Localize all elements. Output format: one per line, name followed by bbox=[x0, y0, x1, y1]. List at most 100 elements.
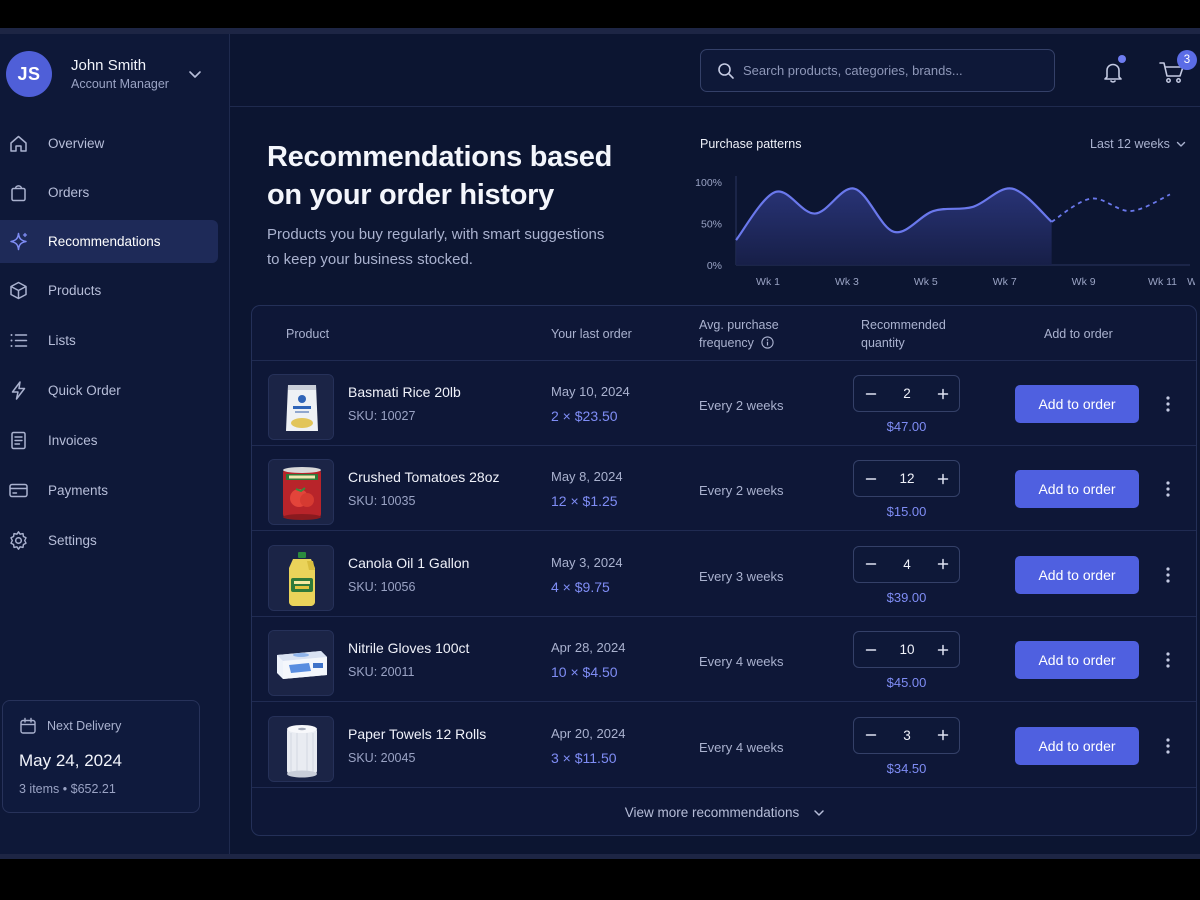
info-icon[interactable] bbox=[761, 336, 775, 349]
next-delivery-card[interactable]: Next Delivery May 24, 2024 3 items • $65… bbox=[2, 700, 200, 813]
decrement-button[interactable] bbox=[854, 376, 888, 411]
plus-icon bbox=[937, 559, 949, 570]
sidebar-item-label: Lists bbox=[48, 333, 76, 348]
sidebar-item-lists[interactable]: Lists bbox=[0, 319, 218, 362]
decrement-button[interactable] bbox=[854, 632, 888, 667]
product-thumbnail[interactable] bbox=[268, 715, 334, 782]
delivery-header: Next Delivery bbox=[19, 717, 121, 735]
increment-button[interactable] bbox=[926, 547, 960, 582]
quantity-value[interactable]: 4 bbox=[888, 547, 926, 582]
decrement-button[interactable] bbox=[854, 461, 888, 496]
sidebar-item-label: Orders bbox=[48, 185, 90, 200]
increment-button[interactable] bbox=[926, 461, 960, 496]
more-options-icon[interactable] bbox=[1158, 736, 1178, 756]
delivery-meta: 3 items • $652.21 bbox=[19, 782, 116, 796]
decrement-button[interactable] bbox=[854, 718, 888, 753]
series-line-forecast bbox=[1051, 193, 1171, 223]
last-order-date: Apr 20, 2024 bbox=[551, 725, 626, 741]
sidebar-item-label: Settings bbox=[48, 533, 97, 548]
last-order-date: May 3, 2024 bbox=[551, 554, 623, 570]
add-to-order-button[interactable]: Add to order bbox=[1015, 641, 1139, 680]
quantity-stepper: 10 bbox=[853, 631, 960, 669]
add-to-order-button[interactable]: Add to order bbox=[1015, 555, 1139, 594]
header-last-order: Your last order bbox=[551, 327, 632, 341]
y-tick-label: 50% bbox=[701, 219, 722, 231]
sidebar-item-recommendations[interactable]: Recommendations bbox=[0, 220, 218, 263]
plus-icon bbox=[937, 644, 949, 655]
sidebar-item-invoices[interactable]: Invoices bbox=[0, 419, 218, 462]
more-options-icon[interactable] bbox=[1158, 650, 1178, 670]
chevron-down-icon[interactable] bbox=[188, 67, 202, 81]
product-name[interactable]: Nitrile Gloves 100ct bbox=[348, 640, 469, 656]
x-tick-label: Wk 3 bbox=[835, 276, 859, 288]
gear-icon bbox=[10, 531, 27, 550]
top-header: 3 bbox=[230, 34, 1200, 107]
more-options-icon[interactable] bbox=[1158, 565, 1178, 585]
sidebar-item-label: Invoices bbox=[48, 433, 98, 448]
product-name[interactable]: Crushed Tomatoes 28oz bbox=[348, 469, 500, 485]
view-more-label: View more recommendations bbox=[624, 805, 800, 820]
purchase-frequency: Every 2 weeks bbox=[699, 483, 784, 499]
product-name[interactable]: Canola Oil 1 Gallon bbox=[348, 555, 469, 571]
search-input[interactable] bbox=[743, 63, 1033, 78]
product-name[interactable]: Basmati Rice 20lb bbox=[348, 384, 461, 400]
header-add-to-order: Add to order bbox=[1044, 327, 1113, 341]
y-tick-label: 100% bbox=[695, 177, 722, 189]
decrement-button[interactable] bbox=[854, 547, 888, 582]
quantity-value[interactable]: 10 bbox=[888, 632, 926, 667]
sidebar-item-quick-order[interactable]: Quick Order bbox=[0, 369, 218, 412]
credit-card-icon bbox=[9, 483, 28, 498]
table-row: Crushed Tomatoes 28oz SKU: 10035 May 8, 20… bbox=[252, 446, 1196, 532]
sidebar-item-payments[interactable]: Payments bbox=[0, 469, 218, 512]
recommendations-table: Product Your last order Avg. purchase fr… bbox=[251, 305, 1197, 836]
increment-button[interactable] bbox=[926, 376, 960, 411]
sidebar-item-settings[interactable]: Settings bbox=[0, 519, 218, 562]
gloves-box-image bbox=[269, 631, 333, 696]
sidebar-item-orders[interactable]: Orders bbox=[0, 171, 218, 214]
quantity-value[interactable]: 3 bbox=[888, 718, 926, 753]
more-options-icon[interactable] bbox=[1158, 479, 1178, 499]
sidebar-item-label: Recommendations bbox=[48, 234, 161, 249]
more-options-icon[interactable] bbox=[1158, 394, 1178, 414]
table-header: Product Your last order Avg. purchase fr… bbox=[252, 306, 1196, 361]
increment-button[interactable] bbox=[926, 632, 960, 667]
purchase-patterns-chart: 100% 50% 0% Wk 1 Wk 3 Wk 5 Wk 7 Wk 9 Wk 11 Wk 12 bbox=[695, 176, 1195, 288]
x-tick-label: Wk 1 bbox=[756, 276, 780, 288]
product-name[interactable]: Paper Towels 12 Rolls bbox=[348, 726, 486, 742]
series-area bbox=[736, 188, 1052, 265]
delivery-label: Next Delivery bbox=[47, 719, 122, 733]
x-tick-label: Wk 11 bbox=[1148, 276, 1177, 288]
add-to-order-button[interactable]: Add to order bbox=[1015, 726, 1139, 765]
product-thumbnail[interactable] bbox=[268, 374, 334, 440]
sidebar-item-label: Quick Order bbox=[48, 383, 121, 398]
page-title: Recommendations based on your order hist… bbox=[267, 141, 613, 211]
quantity-value[interactable]: 12 bbox=[888, 461, 926, 496]
minus-icon bbox=[865, 392, 877, 395]
screen-frame: JS John Smith Account Manager Overview Or… bbox=[0, 0, 1200, 900]
last-order-quantity: 4 × $9.75 bbox=[551, 578, 610, 595]
page-subtitle: Products you buy regularly, with smart s… bbox=[267, 226, 605, 268]
quantity-value[interactable]: 2 bbox=[888, 376, 926, 411]
quantity-stepper: 2 bbox=[853, 375, 960, 412]
search-icon bbox=[718, 62, 734, 79]
x-tick-label: Wk 7 bbox=[993, 276, 1017, 288]
search-box[interactable] bbox=[700, 49, 1055, 92]
cart-count-badge: 3 bbox=[1177, 50, 1197, 70]
user-role: Account Manager bbox=[71, 77, 169, 91]
chart-range-dropdown[interactable]: Last 12 weeks bbox=[1090, 137, 1186, 151]
oil-jug-image bbox=[269, 545, 333, 610]
product-thumbnail[interactable] bbox=[268, 544, 334, 611]
minus-icon bbox=[865, 478, 877, 480]
minus-icon bbox=[865, 563, 877, 566]
view-more-button[interactable]: View more recommendations bbox=[252, 788, 1196, 835]
product-thumbnail[interactable] bbox=[268, 459, 334, 526]
increment-button[interactable] bbox=[926, 718, 960, 753]
product-thumbnail[interactable] bbox=[268, 630, 334, 697]
sidebar-item-products[interactable]: Products bbox=[0, 269, 218, 312]
sidebar-item-overview[interactable]: Overview bbox=[0, 122, 218, 165]
recommended-total: $34.50 bbox=[886, 760, 927, 776]
add-to-order-button[interactable]: Add to order bbox=[1015, 385, 1139, 423]
user-profile[interactable]: JS John Smith Account Manager bbox=[6, 50, 216, 98]
minus-icon bbox=[865, 648, 877, 651]
add-to-order-button[interactable]: Add to order bbox=[1015, 470, 1139, 509]
